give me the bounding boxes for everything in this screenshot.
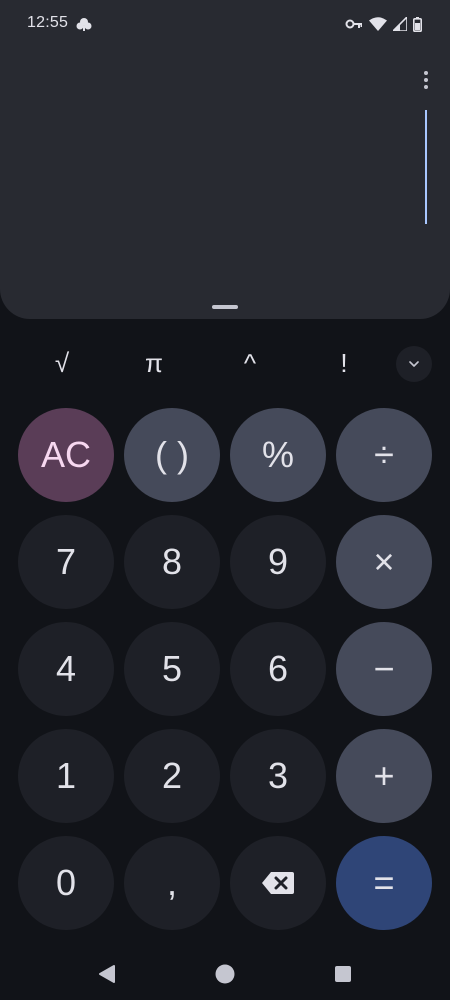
digit-7-button[interactable]: 7	[18, 515, 114, 609]
wifi-icon	[369, 17, 387, 31]
more-options-icon	[424, 71, 428, 75]
chevron-down-icon	[409, 361, 419, 367]
battery-icon	[413, 16, 422, 32]
multiply-button[interactable]: ×	[336, 515, 432, 609]
recents-square-icon	[335, 966, 351, 982]
equals-button[interactable]: =	[336, 836, 432, 930]
backspace-button[interactable]	[230, 836, 326, 930]
plus-button[interactable]: +	[336, 729, 432, 823]
digit-1-button[interactable]: 1	[18, 729, 114, 823]
sqrt-button[interactable]: √	[32, 340, 92, 386]
drag-handle[interactable]	[212, 305, 238, 309]
status-time: 12:55	[27, 14, 69, 31]
input-cursor	[425, 110, 427, 224]
nav-home-button[interactable]	[214, 963, 236, 985]
nav-back-button[interactable]	[96, 963, 118, 985]
power-button[interactable]: ^	[220, 340, 280, 386]
digit-6-button[interactable]: 6	[230, 622, 326, 716]
scientific-row: √ π ^ !	[0, 340, 450, 386]
percent-button[interactable]: %	[230, 408, 326, 502]
backspace-icon	[262, 872, 294, 894]
factorial-button[interactable]: !	[314, 340, 374, 386]
more-options-icon-dot	[424, 85, 428, 89]
vpn-key-icon	[345, 19, 362, 29]
expand-scientific-button[interactable]	[396, 346, 432, 382]
digit-0-button[interactable]: 0	[18, 836, 114, 930]
nav-recents-button[interactable]	[332, 963, 354, 985]
status-bar: 12:55	[0, 0, 450, 48]
pi-button[interactable]: π	[124, 340, 184, 386]
decimal-button[interactable]: ,	[124, 836, 220, 930]
minus-button[interactable]: −	[336, 622, 432, 716]
cloud-icon	[76, 18, 92, 31]
clear-button[interactable]: AC	[18, 408, 114, 502]
navigation-bar	[0, 948, 450, 1000]
back-triangle-icon	[99, 965, 115, 983]
divide-button[interactable]: ÷	[336, 408, 432, 502]
digit-9-button[interactable]: 9	[230, 515, 326, 609]
signal-icon	[393, 17, 407, 31]
more-options-icon-dot	[424, 78, 428, 82]
digit-3-button[interactable]: 3	[230, 729, 326, 823]
home-circle-icon	[215, 964, 235, 984]
digit-4-button[interactable]: 4	[18, 622, 114, 716]
display-panel: 12:55	[0, 0, 450, 319]
digit-5-button[interactable]: 5	[124, 622, 220, 716]
digit-8-button[interactable]: 8	[124, 515, 220, 609]
more-options-button[interactable]	[414, 66, 438, 94]
status-icons	[345, 14, 422, 34]
digit-2-button[interactable]: 2	[124, 729, 220, 823]
parentheses-button[interactable]: ( )	[124, 408, 220, 502]
